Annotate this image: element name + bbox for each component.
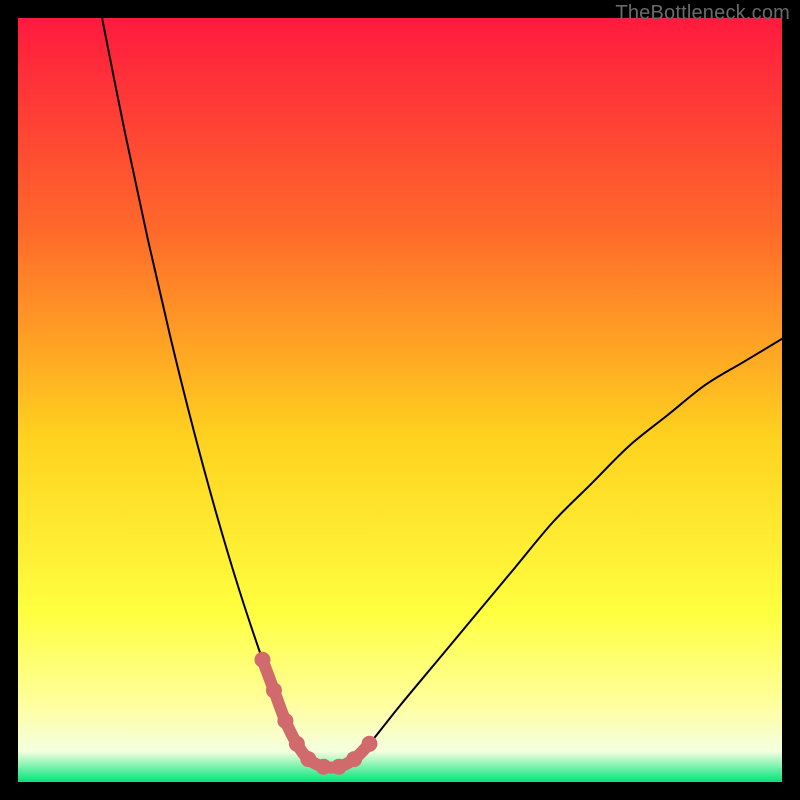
curve-marker [346,751,362,767]
curve-marker [316,759,332,775]
chart-stage: TheBottleneck.com [0,0,800,800]
curve-marker [277,713,293,729]
curve-marker [361,736,377,752]
curve-marker [289,736,305,752]
plot-area [18,18,782,782]
watermark-text: TheBottleneck.com [615,2,790,25]
curve-marker [331,759,347,775]
gradient-background [18,18,782,782]
chart-svg [18,18,782,782]
curve-marker [266,682,282,698]
curve-marker [300,751,316,767]
curve-marker [254,652,270,668]
